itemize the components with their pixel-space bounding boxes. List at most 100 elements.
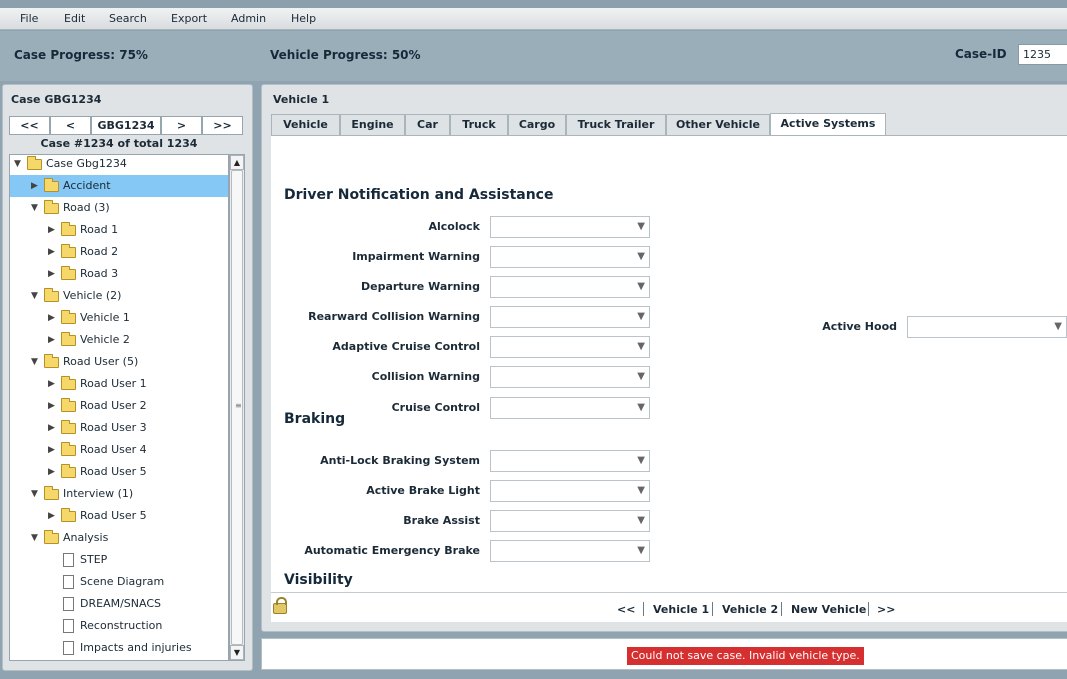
- cruise-control-select[interactable]: ▼: [490, 397, 650, 419]
- menu-edit[interactable]: Edit: [64, 12, 85, 25]
- tree-item[interactable]: ▶ Road 1: [10, 219, 228, 241]
- collapse-icon[interactable]: ▼: [31, 197, 41, 219]
- menu-help[interactable]: Help: [291, 12, 316, 25]
- tree-item[interactable]: ▶ Road User 5: [10, 505, 228, 527]
- tree-item[interactable]: ▶ Road User 2: [10, 395, 228, 417]
- document-icon: [63, 553, 74, 567]
- section-driver-notification: Driver Notification and Assistance: [284, 187, 554, 203]
- tree-item-label: DREAM/SNACS: [80, 597, 161, 610]
- collapse-icon[interactable]: ▼: [31, 285, 41, 307]
- first-vehicle-button[interactable]: <<: [617, 603, 635, 616]
- tree-item[interactable]: STEP: [10, 549, 228, 571]
- tree-item[interactable]: ▶ Road User 4: [10, 439, 228, 461]
- vehicle-2-link[interactable]: Vehicle 2: [722, 603, 778, 616]
- scroll-down-icon[interactable]: ▼: [230, 645, 244, 660]
- collapse-icon[interactable]: ▼: [31, 483, 41, 505]
- tree-item[interactable]: ▶ Road User 5: [10, 461, 228, 483]
- rearward-collision-select[interactable]: ▼: [490, 306, 650, 328]
- impairment-warning-label: Impairment Warning: [352, 250, 480, 263]
- tree-item[interactable]: Impacts and injuries: [10, 637, 228, 659]
- adaptive-cruise-select[interactable]: ▼: [490, 336, 650, 358]
- menu-search[interactable]: Search: [109, 12, 147, 25]
- tree-scrollbar[interactable]: ▲ ≡ ▼: [229, 154, 245, 661]
- collapse-icon[interactable]: ▼: [14, 155, 24, 175]
- prev-case-button[interactable]: <: [50, 116, 91, 135]
- case-id-input[interactable]: [1018, 44, 1067, 65]
- scroll-thumb[interactable]: ≡: [231, 170, 243, 645]
- tree-item[interactable]: ▶ Accident: [10, 175, 228, 197]
- scroll-up-icon[interactable]: ▲: [230, 155, 244, 170]
- tree-item[interactable]: ▼ Analysis: [10, 527, 228, 549]
- expand-icon[interactable]: ▶: [48, 219, 58, 241]
- tab-active-systems[interactable]: Active Systems: [770, 113, 886, 136]
- brake-assist-label: Brake Assist: [403, 514, 480, 527]
- expand-icon[interactable]: ▶: [48, 439, 58, 461]
- alcolock-select[interactable]: ▼: [490, 216, 650, 238]
- menu-export[interactable]: Export: [171, 12, 207, 25]
- tree-item-label: Impacts and injuries: [80, 641, 192, 654]
- vehicle-1-link[interactable]: Vehicle 1: [653, 603, 709, 616]
- abs-select[interactable]: ▼: [490, 450, 650, 472]
- tab-truck-trailer[interactable]: Truck Trailer: [566, 114, 666, 135]
- active-hood-select[interactable]: ▼: [907, 316, 1067, 338]
- tab-car[interactable]: Car: [405, 114, 450, 135]
- chevron-down-icon: ▼: [637, 515, 645, 526]
- menu-admin[interactable]: Admin: [231, 12, 266, 25]
- impairment-warning-select[interactable]: ▼: [490, 246, 650, 268]
- last-vehicle-button[interactable]: >>: [877, 603, 895, 616]
- expand-icon[interactable]: ▶: [31, 175, 41, 197]
- last-case-button[interactable]: >>: [202, 116, 243, 135]
- folder-icon: [27, 156, 42, 170]
- departure-warning-select[interactable]: ▼: [490, 276, 650, 298]
- document-icon: [63, 641, 74, 655]
- tree-item[interactable]: ▼ Vehicle (2): [10, 285, 228, 307]
- menu-file[interactable]: File: [20, 12, 38, 25]
- next-case-button[interactable]: >: [161, 116, 202, 135]
- collision-warning-select[interactable]: ▼: [490, 366, 650, 388]
- new-vehicle-button[interactable]: New Vehicle: [791, 603, 866, 616]
- tree-item[interactable]: ▶ Road 3: [10, 263, 228, 285]
- tree-item[interactable]: Reconstruction: [10, 615, 228, 637]
- expand-icon[interactable]: ▶: [48, 263, 58, 285]
- tree-item[interactable]: ▼ Road User (5): [10, 351, 228, 373]
- active-brake-light-select[interactable]: ▼: [490, 480, 650, 502]
- tree-item-label: Road 2: [80, 245, 119, 258]
- tab-truck[interactable]: Truck: [450, 114, 508, 135]
- lock-icon[interactable]: [273, 597, 287, 614]
- expand-icon[interactable]: ▶: [48, 307, 58, 329]
- expand-icon[interactable]: ▶: [48, 505, 58, 527]
- adaptive-cruise-label: Adaptive Cruise Control: [332, 340, 480, 353]
- current-case-button[interactable]: GBG1234: [91, 116, 161, 135]
- expand-icon[interactable]: ▶: [48, 241, 58, 263]
- expand-icon[interactable]: ▶: [48, 461, 58, 483]
- tree-item[interactable]: ▶ Road User 3: [10, 417, 228, 439]
- tree-item-label: STEP: [80, 553, 108, 566]
- tree-item[interactable]: DREAM/SNACS: [10, 593, 228, 615]
- tab-vehicle[interactable]: Vehicle: [271, 114, 340, 135]
- document-icon: [63, 575, 74, 589]
- collapse-icon[interactable]: ▼: [31, 351, 41, 373]
- brake-assist-select[interactable]: ▼: [490, 510, 650, 532]
- tree-item[interactable]: ▼ Road (3): [10, 197, 228, 219]
- expand-icon[interactable]: ▶: [48, 373, 58, 395]
- tab-engine[interactable]: Engine: [340, 114, 405, 135]
- first-case-button[interactable]: <<: [9, 116, 50, 135]
- tree-item[interactable]: Scene Diagram: [10, 571, 228, 593]
- tab-other-vehicle[interactable]: Other Vehicle: [666, 114, 770, 135]
- tab-cargo[interactable]: Cargo: [508, 114, 566, 135]
- tree-item[interactable]: ▼ Case Gbg1234: [10, 155, 228, 175]
- aeb-select[interactable]: ▼: [490, 540, 650, 562]
- folder-icon: [61, 310, 76, 324]
- expand-icon[interactable]: ▶: [48, 329, 58, 351]
- tree-item[interactable]: ▼ Interview (1): [10, 483, 228, 505]
- expand-icon[interactable]: ▶: [48, 395, 58, 417]
- collapse-icon[interactable]: ▼: [31, 527, 41, 549]
- tree-item[interactable]: ▶ Vehicle 2: [10, 329, 228, 351]
- folder-icon: [44, 530, 59, 544]
- expand-icon[interactable]: ▶: [48, 417, 58, 439]
- tree-item[interactable]: ▶ Vehicle 1: [10, 307, 228, 329]
- case-count: Case #1234 of total 1234: [40, 137, 198, 150]
- tree-item[interactable]: ▶ Road User 1: [10, 373, 228, 395]
- tree-item[interactable]: ▶ Road 2: [10, 241, 228, 263]
- section-visibility: Visibility: [284, 572, 353, 588]
